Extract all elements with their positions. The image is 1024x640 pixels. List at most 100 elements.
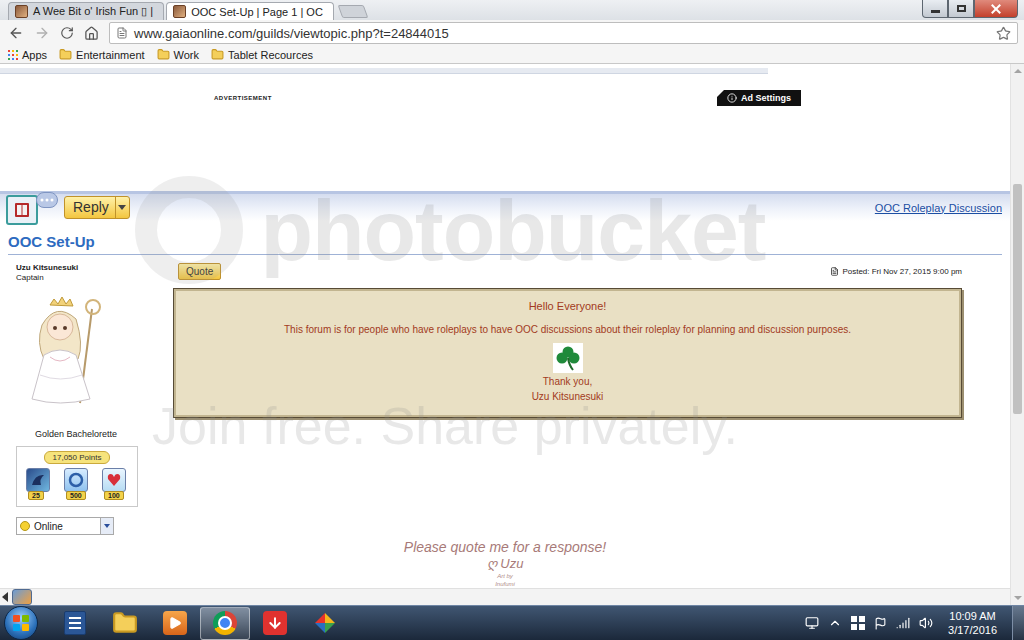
minimize-button[interactable] [922,0,948,18]
address-bar[interactable]: www.gaiaonline.com/guilds/viewtopic.php?… [109,22,1018,44]
show-desktop-button[interactable] [1012,606,1024,640]
quote-button[interactable]: Quote [178,263,221,280]
badge[interactable]: 25 [26,468,52,500]
watermark-ring-icon [135,176,243,284]
forum-link[interactable]: OOC Roleplay Discussion [875,202,1002,214]
points-label: 17,050 Points [44,451,111,464]
taskbar-app[interactable] [300,607,350,640]
reply-button[interactable]: Reply [64,196,130,219]
avg-icon [313,611,337,635]
bookmark[interactable]: Tablet Recources [211,48,313,61]
posted-date: Posted: Fri Nov 27, 2015 9:00 pm [830,267,962,276]
bookmark[interactable]: Apps [8,49,47,61]
badge-row: 25 500 100 [26,468,128,500]
taskbar-app[interactable] [50,607,100,640]
avatar[interactable] [20,295,110,407]
scroll-up-icon[interactable] [1011,64,1024,78]
bookmark[interactable]: Entertainment [59,48,144,61]
ad-settings-button[interactable]: Ad Settings [717,90,801,106]
favicon-icon [15,5,28,18]
network-icon[interactable] [896,616,910,630]
points-box: 17,050 Points 25 500 100 [16,446,138,507]
widget-icon[interactable] [12,589,32,605]
show-hidden-icon[interactable] [828,616,842,630]
page: ADVERTISEMENTAd Settings Reply OOC Rolepla… [0,64,1010,605]
action-center-icon[interactable] [874,617,887,630]
dropdown-arrow-icon[interactable] [115,197,129,218]
guild-book-button[interactable] [6,195,38,225]
scroll-thumb[interactable] [1013,184,1022,414]
topic-title: OOC Set-Up [8,233,1002,255]
chat-bubble-icon[interactable] [36,192,58,208]
page-viewport: ADVERTISEMENTAd Settings Reply OOC Rolepla… [0,64,1024,605]
new-tab-button[interactable] [337,5,368,18]
post-author-panel: Uzu KitsunesukiCaptainGolden Bachelorett… [8,263,173,535]
taskbar-app[interactable] [200,607,250,640]
badge-count: 25 [28,491,44,500]
scroll-track[interactable] [1011,78,1024,591]
watermark-slogan: Join free. Share privately. [152,396,738,456]
scroll-down-icon[interactable] [1011,591,1024,605]
close-button[interactable] [974,0,1018,18]
forward-button[interactable] [34,25,50,41]
post-header: Quote Posted: Fri Nov 27, 2015 9:00 pm [173,263,962,280]
watermark: photobucket Join free. Share privately. [0,64,1010,605]
bookmark[interactable]: Work [157,48,199,61]
book-icon [12,200,32,220]
page-icon [116,27,128,39]
home-button[interactable] [84,26,99,41]
heart-badge-icon [102,468,126,492]
horizontal-scrollbar[interactable] [0,588,1010,605]
post-icon [830,267,839,276]
restore-button[interactable] [948,0,974,18]
volume-icon[interactable] [919,616,933,630]
message-thanks: Thank you, [543,376,592,388]
browser-tab[interactable]: A Wee Bit o' Irish Fun ▯ | [8,2,164,20]
status-dropdown[interactable]: Online [16,517,114,535]
download-icon [263,611,287,635]
back-button[interactable] [8,25,24,41]
reload-button[interactable] [60,26,74,40]
message-body: This forum is for people who have rolepl… [284,324,851,336]
left-arrow-icon[interactable] [2,592,8,602]
vertical-scrollbar[interactable] [1010,64,1024,605]
badge-count: 500 [66,491,86,500]
browser-tab[interactable]: OOC Set-Up | Page 1 | OC [166,2,334,20]
taskbar-app[interactable] [250,607,300,640]
taskbar-app[interactable] [100,607,150,640]
signature: Please quote me for a response!ღ UzuArt … [0,539,1010,588]
watermark-logo: photobucket [135,176,766,284]
ring-badge-icon [64,468,88,492]
post-body: QuotePosted: Fri Nov 27, 2015 9:00 pmHel… [173,263,962,535]
badge[interactable]: 500 [64,468,90,500]
bookmark-star-icon[interactable] [996,26,1011,41]
art-credit-name[interactable]: Inufumi [495,580,515,588]
signature-name: ღ Uzu [487,556,524,572]
tablet-icon[interactable] [805,616,819,630]
taskbar: 10:09 AM3/17/2016 [0,605,1024,640]
start-button[interactable] [4,606,38,640]
avatar-icon [20,295,110,407]
signature-line: Please quote me for a response! [404,539,606,556]
taskbar-app[interactable] [150,607,200,640]
windows-update-icon[interactable] [851,616,865,630]
info-icon [727,93,737,103]
forward-arrow-icon [34,25,50,41]
ad-label: ADVERTISEMENT [214,95,717,101]
explorer-icon [112,610,138,636]
smiley-icon [20,521,30,531]
author-name[interactable]: Uzu Kitsunesuki [16,263,173,273]
apps-grid-icon [8,50,18,60]
back-arrow-icon [8,25,24,41]
message-signoff: Uzu Kitsunesuki [532,391,604,403]
clock[interactable]: 10:09 AM3/17/2016 [942,609,1003,637]
shamrock-icon [555,345,581,371]
badge-count: 100 [104,491,124,500]
favicon-icon [173,5,186,18]
chrome-icon [213,611,237,635]
topic-toolbar: Reply OOC Roleplay Discussion [0,191,1010,221]
folder-icon [59,48,72,61]
folder-icon [157,48,170,61]
user-title: Golden Bachelorette [16,429,136,440]
badge[interactable]: 100 [102,468,128,500]
